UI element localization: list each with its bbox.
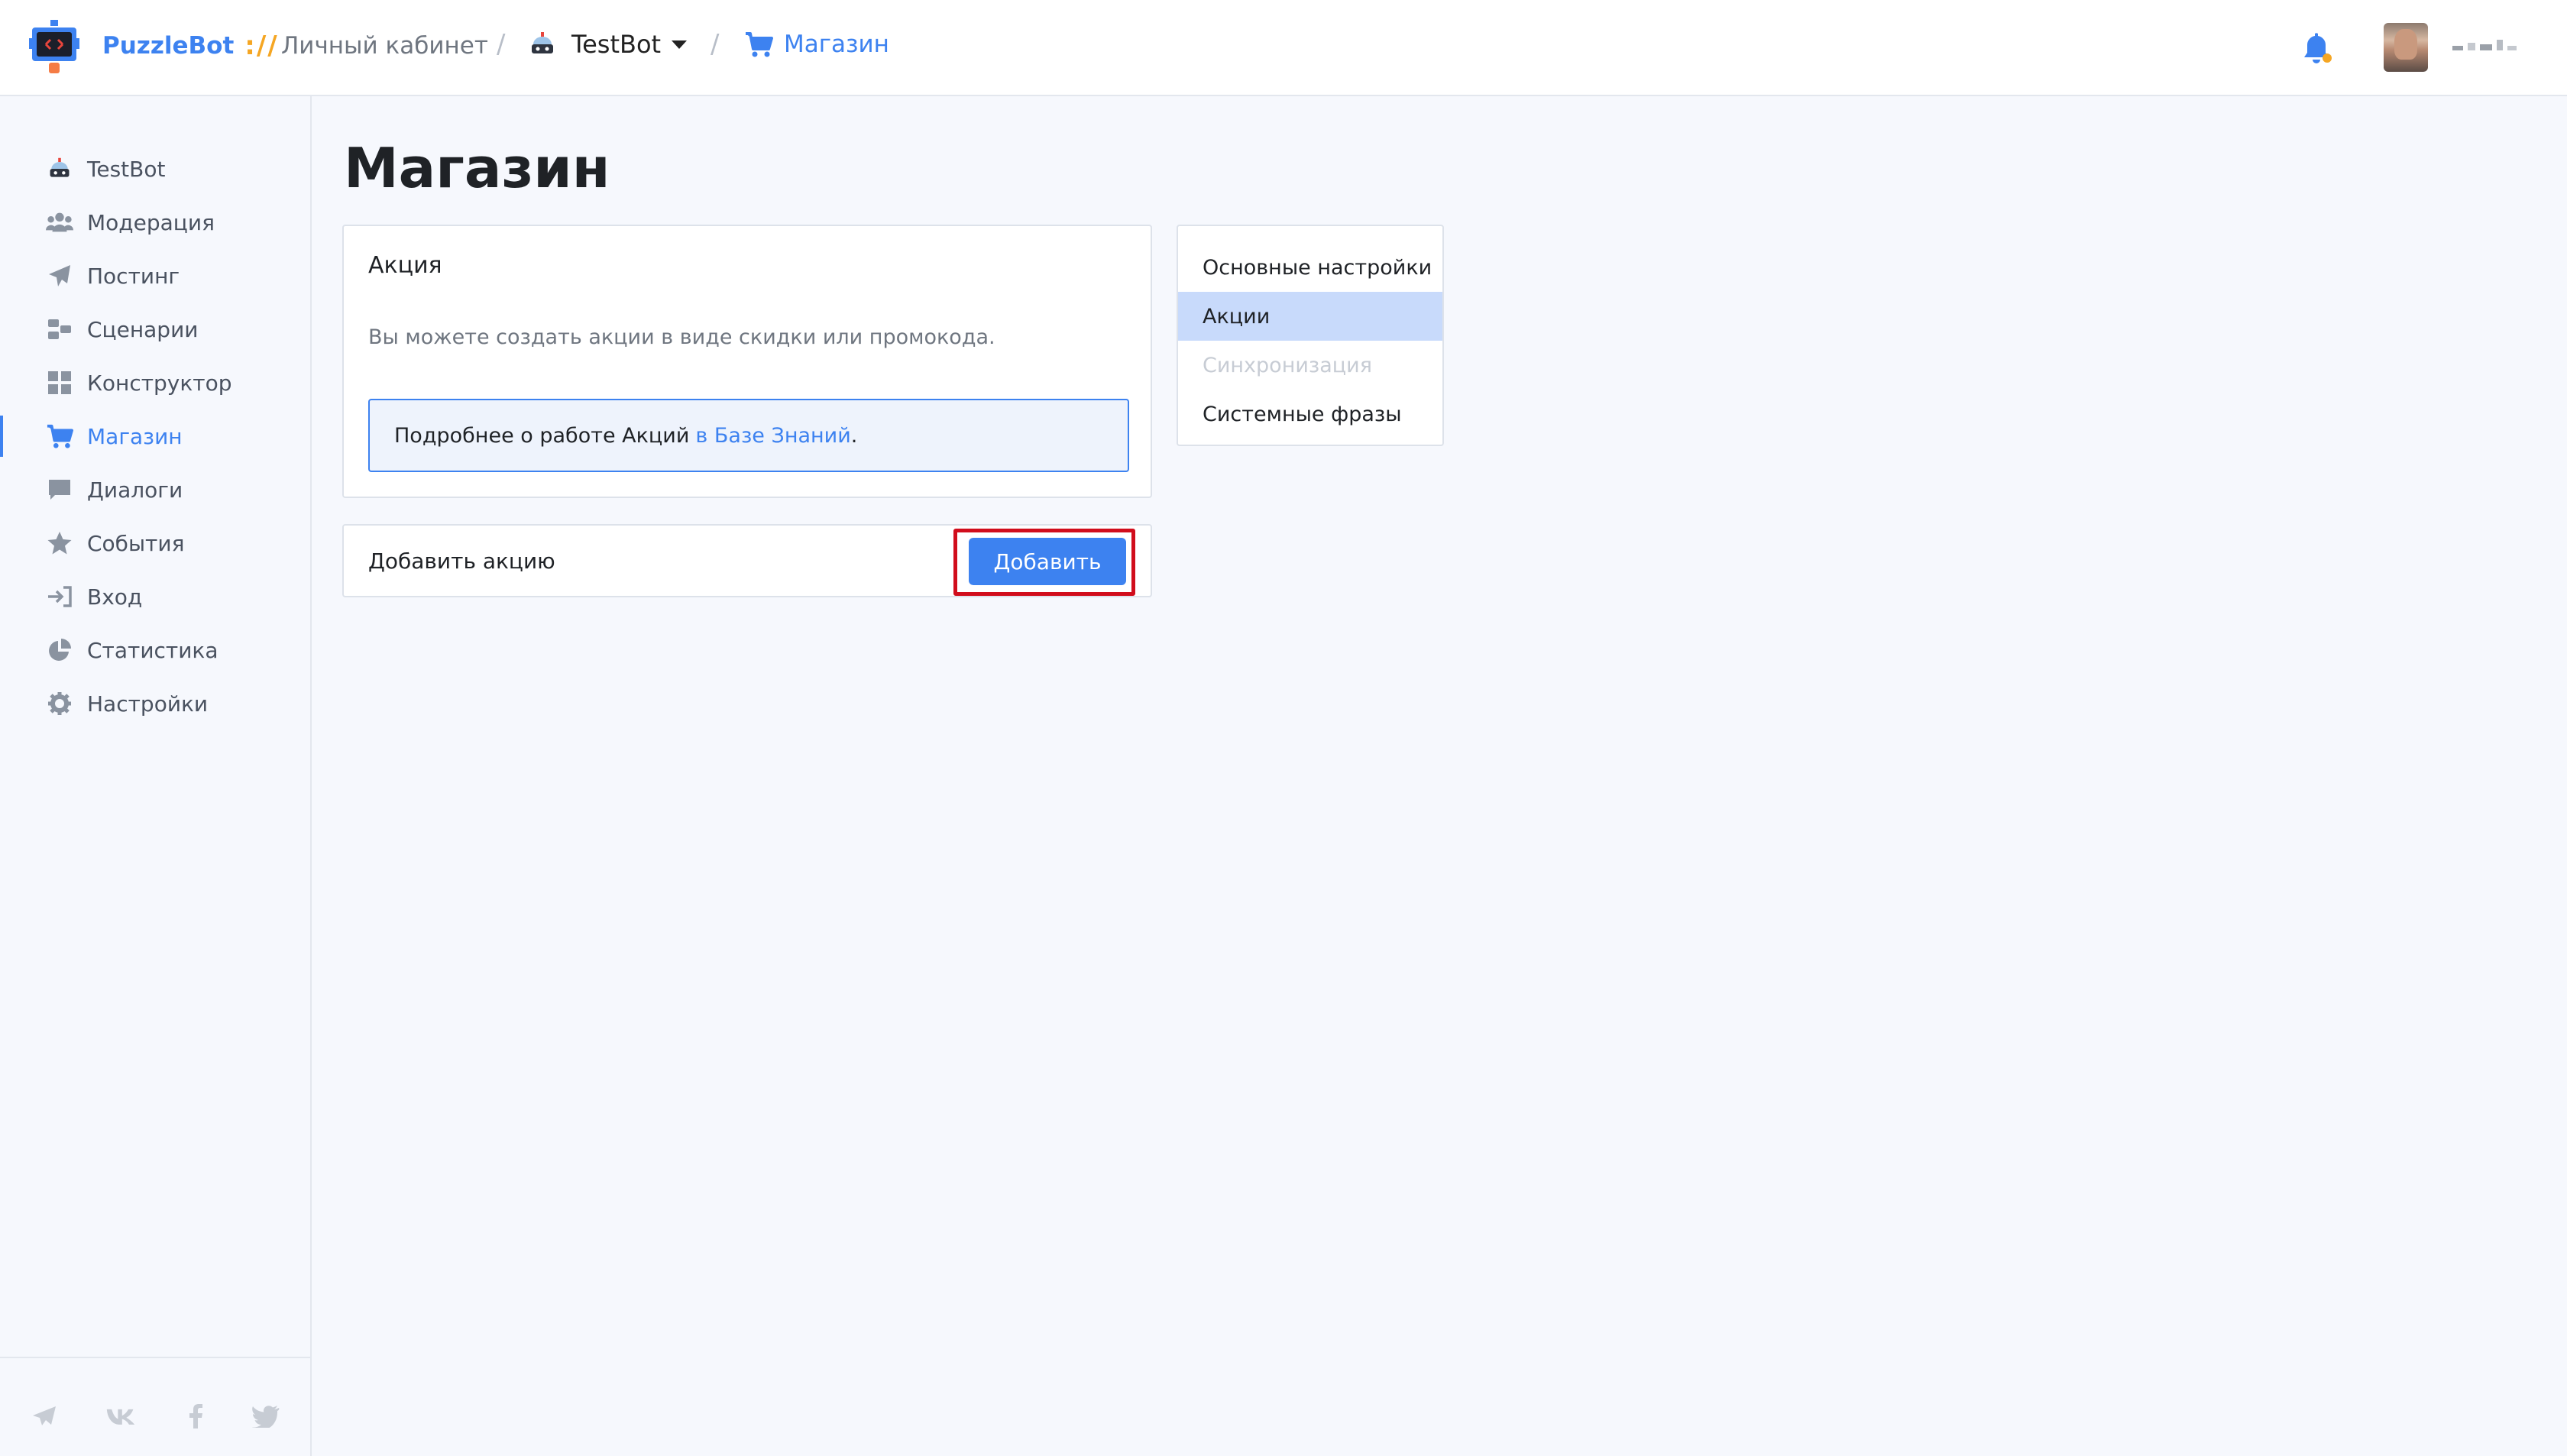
sidebar-item-moderation[interactable]: Модерация [0, 196, 310, 249]
sidebar-item-events[interactable]: События [0, 516, 310, 570]
bell-icon[interactable] [2300, 31, 2333, 66]
bot-name: TestBot [571, 30, 662, 59]
bot-icon [532, 32, 553, 53]
star-icon [46, 529, 73, 557]
sidebar-item-label: Диалоги [87, 477, 183, 503]
pie-chart-icon [46, 636, 73, 664]
bot-selector-dropdown[interactable]: TestBot [529, 28, 688, 61]
knowledge-base-link[interactable]: в Базе Знаний [695, 424, 850, 448]
sign-in-icon [46, 583, 73, 610]
facebook-icon[interactable] [180, 1401, 211, 1432]
users-icon [46, 209, 73, 236]
section-name: Магазин [784, 31, 889, 58]
menu-item-main-settings[interactable]: Основные настройки [1178, 243, 1442, 292]
brand-separator: :// [244, 31, 279, 61]
sidebar-footer [0, 1357, 310, 1456]
scenario-icon [46, 315, 73, 343]
menu-item-sync: Синхронизация [1203, 353, 1372, 377]
username-menu[interactable] [2452, 40, 2517, 50]
add-promo-label: Добавить акцию [368, 548, 555, 574]
card-title: Акция [368, 252, 442, 279]
sidebar-item-scenarios[interactable]: Сценарии [0, 303, 310, 356]
sidebar-item-label: Магазин [87, 423, 183, 449]
telegram-icon[interactable] [29, 1401, 60, 1432]
info-text: Подробнее о работе Акций [394, 423, 690, 448]
sidebar-item-settings[interactable]: Настройки [0, 677, 310, 730]
sidebar-item-dialogs[interactable]: Диалоги [0, 463, 310, 516]
sidebar-item-label: TestBot [87, 156, 166, 182]
sidebar-item-label: События [87, 530, 185, 556]
info-suffix: . [850, 423, 858, 448]
chevron-down-icon [672, 40, 688, 49]
vk-icon[interactable] [105, 1401, 136, 1432]
puzzlebot-logo-icon[interactable] [29, 20, 79, 75]
gear-icon [46, 690, 73, 717]
sidebar-item-label: Постинг [87, 263, 180, 289]
sidebar-item-label: Вход [87, 584, 143, 610]
sidebar-item-label: Статистика [87, 637, 219, 663]
menu-item-promotions[interactable]: Акции [1178, 292, 1442, 341]
breadcrumb-divider-icon: / [711, 29, 720, 60]
sidebar-item-posting[interactable]: Постинг [0, 249, 310, 303]
paper-plane-icon [46, 262, 73, 290]
add-promo-button[interactable]: Добавить [969, 538, 1126, 585]
cart-icon [746, 32, 773, 57]
breadcrumb-divider-icon: / [497, 29, 506, 60]
bot-icon [46, 155, 73, 183]
sidebar-item-constructor[interactable]: Конструктор [0, 356, 310, 409]
add-promo-card: Добавить акцию Добавить [342, 524, 1152, 597]
brand[interactable]: PuzzleBot :// [102, 31, 279, 61]
sidebar-item-label: Модерация [87, 209, 215, 235]
cart-icon [46, 422, 73, 450]
sidebar-nav: TestBot Модерация Постинг Сценарии Конст… [0, 142, 310, 730]
twitter-icon[interactable] [251, 1401, 281, 1432]
sidebar-item-login[interactable]: Вход [0, 570, 310, 623]
sidebar-item-label: Сценарии [87, 316, 199, 342]
promo-info-card: Акция Вы можете создать акции в виде ски… [342, 225, 1152, 498]
breadcrumb-shop[interactable]: Магазин [744, 28, 889, 61]
sidebar-item-statistics[interactable]: Статистика [0, 623, 310, 677]
page-title: Магазин [344, 136, 610, 200]
grid-icon [46, 369, 73, 396]
breadcrumb-cabinet[interactable]: Личный кабинет [281, 32, 488, 60]
knowledge-base-info-box: Подробнее о работе Акций в Базе Знаний . [368, 399, 1129, 472]
chat-icon [46, 476, 73, 503]
menu-item-system-phrases[interactable]: Системные фразы [1178, 390, 1442, 438]
sidebar-item-shop[interactable]: Магазин [0, 409, 310, 463]
sidebar-item-testbot[interactable]: TestBot [0, 142, 310, 196]
sidebar-item-label: Настройки [87, 691, 209, 717]
avatar[interactable] [2384, 23, 2428, 72]
sidebar-item-label: Конструктор [87, 370, 232, 396]
top-header: PuzzleBot :// Личный кабинет / TestBot /… [0, 0, 2567, 96]
sidebar: TestBot Модерация Постинг Сценарии Конст… [0, 96, 312, 1456]
card-description: Вы можете создать акции в виде скидки ил… [368, 325, 995, 349]
brand-name: PuzzleBot [102, 32, 235, 60]
shop-settings-menu: Основные настройки Акции Синхронизация С… [1177, 225, 1444, 446]
